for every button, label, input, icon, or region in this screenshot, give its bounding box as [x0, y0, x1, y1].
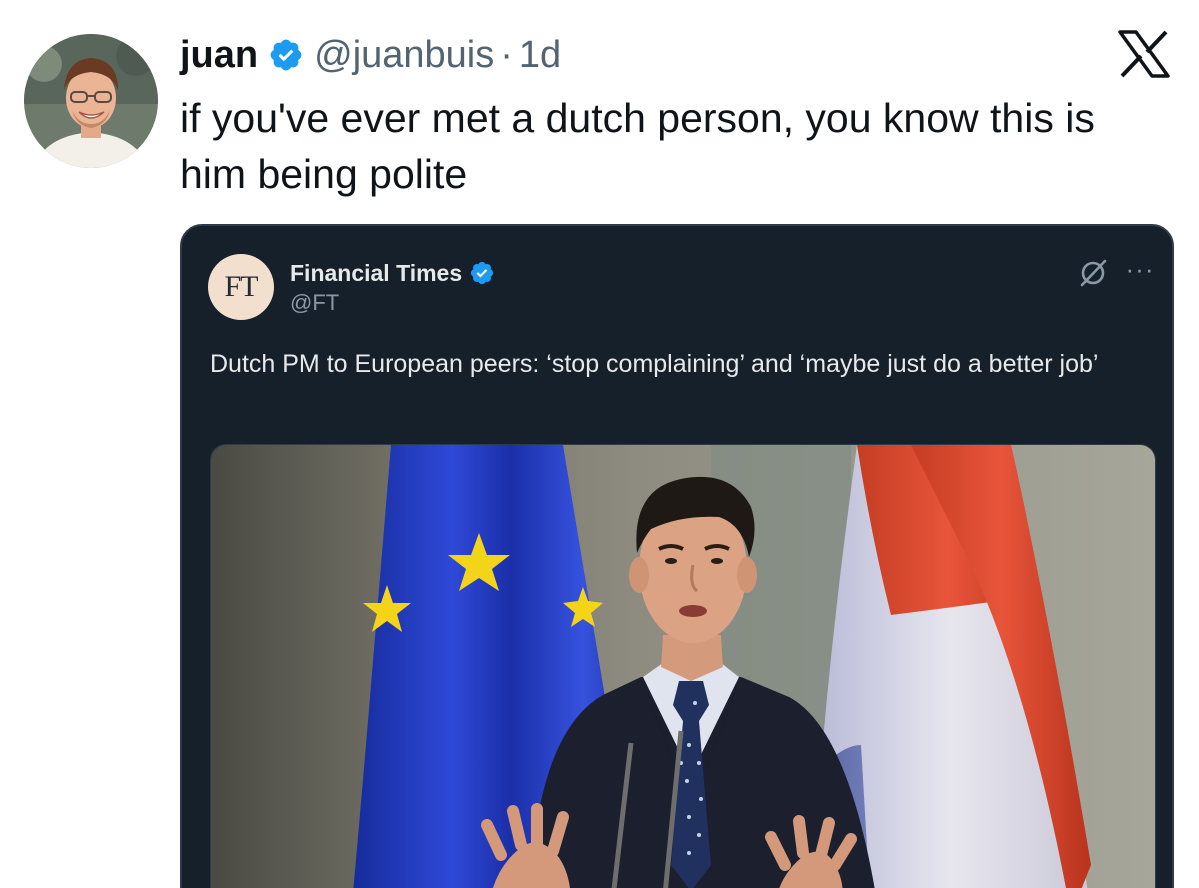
timestamp[interactable]: 1d — [519, 34, 561, 77]
grok-icon[interactable] — [1078, 258, 1108, 288]
x-logo-icon — [1118, 30, 1170, 78]
separator: · — [500, 33, 513, 76]
display-name[interactable]: juan — [180, 34, 258, 77]
quoted-display-name[interactable]: Financial Times — [290, 260, 462, 287]
quoted-tweet-photo[interactable] — [210, 444, 1156, 888]
press-conference-photo — [211, 445, 1155, 888]
avatar-image — [24, 34, 158, 168]
verified-badge-icon[interactable] — [268, 37, 304, 73]
quoted-tweet-card[interactable]: FT Financial Times @FT ··· Dutch PM to E… — [180, 224, 1174, 888]
tweet-screenshot: juan @juanbuis · 1d if you've ever met a… — [0, 0, 1199, 888]
tweet-text: if you've ever met a dutch person, you k… — [180, 95, 1095, 197]
more-icon[interactable]: ··· — [1120, 254, 1160, 284]
quoted-header: Financial Times — [290, 256, 495, 290]
quoted-handle[interactable]: @FT — [290, 290, 339, 316]
quoted-tweet-text: Dutch PM to European peers: ‘stop compla… — [210, 350, 1099, 378]
quoted-verified-badge-icon[interactable] — [469, 260, 495, 286]
tweet-header: juan @juanbuis · 1d — [180, 30, 561, 80]
avatar[interactable] — [24, 34, 158, 168]
ft-logo[interactable]: FT — [208, 254, 274, 320]
handle[interactable]: @juanbuis — [314, 34, 494, 77]
